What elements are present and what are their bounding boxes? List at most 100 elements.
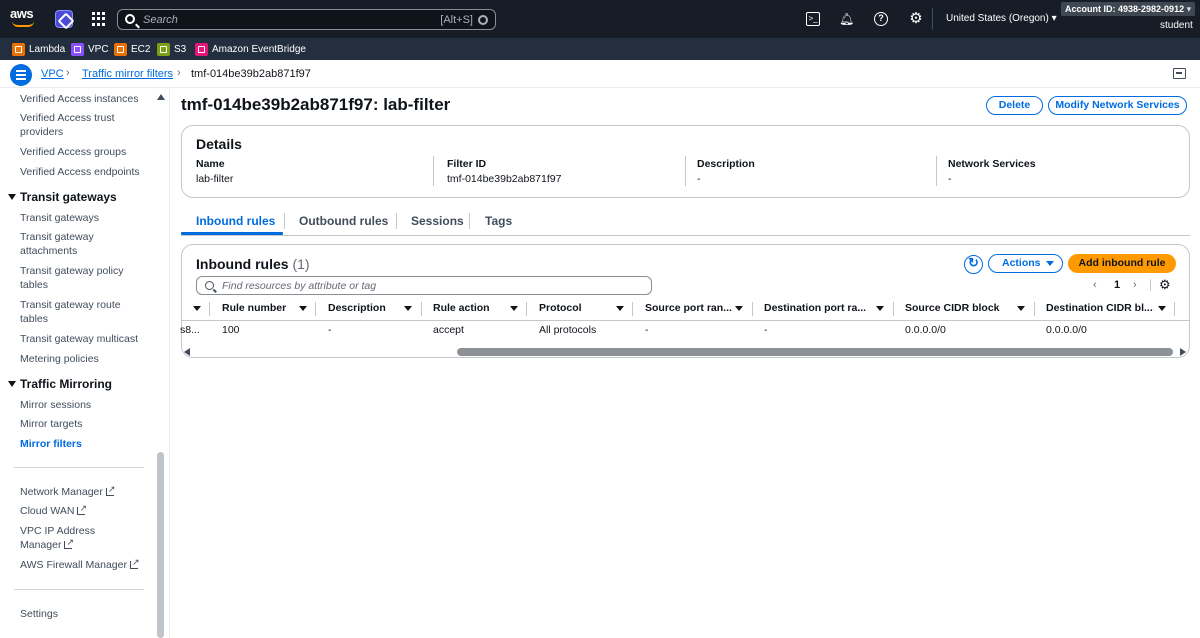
horizontal-scroll-thumb[interactable] bbox=[457, 348, 1173, 356]
sidebar: Verified Access instances Verified Acces… bbox=[0, 88, 170, 638]
rules-filter-input[interactable]: Find resources by attribute or tag bbox=[196, 276, 652, 295]
tab-sessions[interactable]: Sessions bbox=[411, 214, 464, 228]
nav-divider bbox=[932, 8, 933, 30]
pagination-page[interactable]: 1 bbox=[1114, 279, 1120, 291]
chevron-right-icon: › bbox=[177, 67, 181, 79]
detail-value-network-services: - bbox=[948, 173, 952, 185]
region-selector[interactable]: United States (Oregon) ▾ bbox=[946, 13, 1057, 24]
add-inbound-rule-button[interactable]: Add inbound rule bbox=[1068, 254, 1176, 273]
tab-tags[interactable]: Tags bbox=[485, 214, 512, 228]
detail-value-name: lab-filter bbox=[196, 173, 234, 185]
sidebar-item-aws-firewall-manager[interactable]: AWS Firewall Manager bbox=[20, 555, 145, 572]
sidebar-item-transit-gateway-attachments[interactable]: Transit gateway attachments bbox=[20, 230, 120, 258]
sidebar-item-transit-gateway-multicast[interactable]: Transit gateway multicast bbox=[20, 332, 145, 346]
scroll-left-icon[interactable] bbox=[184, 348, 190, 356]
column-header-source-port-range[interactable]: Source port ran... bbox=[645, 302, 732, 314]
sidebar-item-cloud-wan[interactable]: Cloud WAN bbox=[20, 501, 145, 518]
favorite-vpc[interactable]: VPC bbox=[71, 42, 109, 56]
sidebar-item-transit-gateways[interactable]: Transit gateways bbox=[20, 211, 145, 225]
modify-network-services-button[interactable]: Modify Network Services bbox=[1048, 96, 1187, 115]
sidebar-item-network-manager[interactable]: Network Manager bbox=[20, 482, 145, 499]
sidebar-item-settings[interactable]: Settings bbox=[20, 607, 145, 621]
cloudshell-icon[interactable]: >_ bbox=[806, 12, 820, 26]
refresh-icon[interactable] bbox=[964, 255, 983, 274]
scroll-thumb[interactable] bbox=[157, 452, 164, 638]
column-header-rule-action[interactable]: Rule action bbox=[433, 302, 490, 314]
sidebar-item-mirror-targets[interactable]: Mirror targets bbox=[20, 417, 145, 431]
column-header-destination-cidr-block[interactable]: Destination CIDR bl... bbox=[1046, 302, 1153, 314]
sort-caret-icon[interactable] bbox=[876, 306, 884, 311]
column-header-source-cidr-block[interactable]: Source CIDR block bbox=[905, 302, 1000, 314]
sidebar-item-verified-access-groups[interactable]: Verified Access groups bbox=[20, 145, 145, 159]
sort-caret-icon[interactable] bbox=[299, 306, 307, 311]
breadcrumb-traffic-mirror-filters[interactable]: Traffic mirror filters bbox=[82, 68, 173, 80]
tab-inbound-rules[interactable]: Inbound rules bbox=[196, 214, 275, 228]
sort-caret-icon[interactable] bbox=[1158, 306, 1166, 311]
column-header-rule-number[interactable]: Rule number bbox=[222, 302, 286, 314]
sidebar-item-verified-access-instances[interactable]: Verified Access instances bbox=[20, 92, 145, 106]
favorite-s3[interactable]: S3 bbox=[157, 42, 186, 56]
gear-icon[interactable]: ⚙ bbox=[909, 11, 923, 26]
feedback-icon[interactable] bbox=[1173, 68, 1186, 79]
pagination-prev-icon[interactable]: ‹ bbox=[1093, 279, 1097, 291]
description-cell: - bbox=[328, 324, 332, 336]
sidebar-scrollbar[interactable] bbox=[157, 88, 165, 638]
user-name[interactable]: student bbox=[1160, 20, 1193, 31]
help-icon[interactable]: ? bbox=[874, 12, 888, 26]
sidebar-item-verified-access-trust-providers[interactable]: Verified Access trust providers bbox=[20, 111, 120, 139]
favorite-label: S3 bbox=[174, 43, 187, 55]
breadcrumb-vpc[interactable]: VPC bbox=[41, 68, 64, 80]
actions-button[interactable]: Actions bbox=[988, 254, 1063, 273]
service-badge-icon[interactable] bbox=[55, 10, 73, 28]
sidebar-item-label: VPC IP Address Manager bbox=[20, 525, 96, 551]
sidebar-item-verified-access-endpoints[interactable]: Verified Access endpoints bbox=[20, 165, 145, 179]
rule-action-cell: accept bbox=[433, 324, 464, 336]
sort-caret-icon[interactable] bbox=[193, 306, 201, 311]
column-divider bbox=[526, 302, 527, 316]
account-id-badge[interactable]: Account ID: 4938-2982-0912 ▾ bbox=[1061, 2, 1196, 16]
scroll-up-icon[interactable] bbox=[157, 94, 165, 100]
sidebar-section-traffic-mirroring[interactable]: Traffic Mirroring bbox=[8, 377, 112, 391]
column-header-destination-port-range[interactable]: Destination port ra... bbox=[764, 302, 866, 314]
delete-button[interactable]: Delete bbox=[986, 96, 1043, 115]
favorite-lambda[interactable]: Lambda bbox=[12, 42, 65, 56]
favorite-ec2[interactable]: EC2 bbox=[114, 42, 150, 56]
column-header-protocol[interactable]: Protocol bbox=[539, 302, 582, 314]
detail-divider bbox=[936, 156, 937, 186]
external-link-icon bbox=[77, 501, 87, 516]
bell-icon[interactable]: 🔔︎ bbox=[839, 12, 854, 26]
rule-number-cell: 100 bbox=[222, 324, 240, 336]
sort-caret-icon[interactable] bbox=[616, 306, 624, 311]
sort-caret-icon[interactable] bbox=[735, 306, 743, 311]
source-cidr-cell: 0.0.0.0/0 bbox=[905, 324, 946, 336]
lambda-icon bbox=[12, 42, 25, 56]
rules-title-text: Inbound rules bbox=[196, 256, 289, 272]
sidebar-item-metering-policies[interactable]: Metering policies bbox=[20, 352, 145, 366]
aws-logo[interactable]: aws bbox=[10, 6, 38, 32]
sort-caret-icon[interactable] bbox=[510, 306, 518, 311]
sort-caret-icon[interactable] bbox=[1017, 306, 1025, 311]
pagination-next-icon[interactable]: › bbox=[1133, 279, 1137, 291]
sidebar-section-transit-gateways[interactable]: Transit gateways bbox=[8, 190, 117, 204]
rule-id-cell[interactable]: s8... bbox=[180, 324, 200, 336]
detail-value-filter-id: tmf-014be39b2ab871f97 bbox=[447, 173, 562, 185]
sidebar-item-vpc-ip-address-manager[interactable]: VPC IP Address Manager bbox=[20, 524, 138, 552]
filter-placeholder: Find resources by attribute or tag bbox=[222, 280, 377, 292]
sidebar-item-mirror-sessions[interactable]: Mirror sessions bbox=[20, 398, 145, 412]
favorite-eventbridge[interactable]: Amazon EventBridge bbox=[195, 42, 306, 56]
favorite-label: EC2 bbox=[131, 43, 151, 55]
sort-caret-icon[interactable] bbox=[404, 306, 412, 311]
sidebar-item-transit-gateway-policy-tables[interactable]: Transit gateway policy tables bbox=[20, 264, 130, 292]
column-header-description[interactable]: Description bbox=[328, 302, 386, 314]
services-grid-icon[interactable] bbox=[92, 12, 106, 26]
table-settings-gear-icon[interactable]: ⚙ bbox=[1159, 278, 1171, 291]
caret-down-icon bbox=[8, 194, 16, 200]
menu-toggle-icon[interactable] bbox=[10, 64, 32, 86]
scroll-right-icon[interactable] bbox=[1180, 348, 1186, 356]
tab-outbound-rules[interactable]: Outbound rules bbox=[299, 214, 388, 228]
search-placeholder: Search bbox=[143, 14, 178, 26]
sidebar-item-transit-gateway-route-tables[interactable]: Transit gateway route tables bbox=[20, 298, 125, 326]
ec2-icon bbox=[114, 42, 127, 56]
global-search[interactable]: Search [Alt+S] bbox=[117, 9, 496, 30]
sidebar-item-mirror-filters[interactable]: Mirror filters bbox=[20, 437, 145, 451]
